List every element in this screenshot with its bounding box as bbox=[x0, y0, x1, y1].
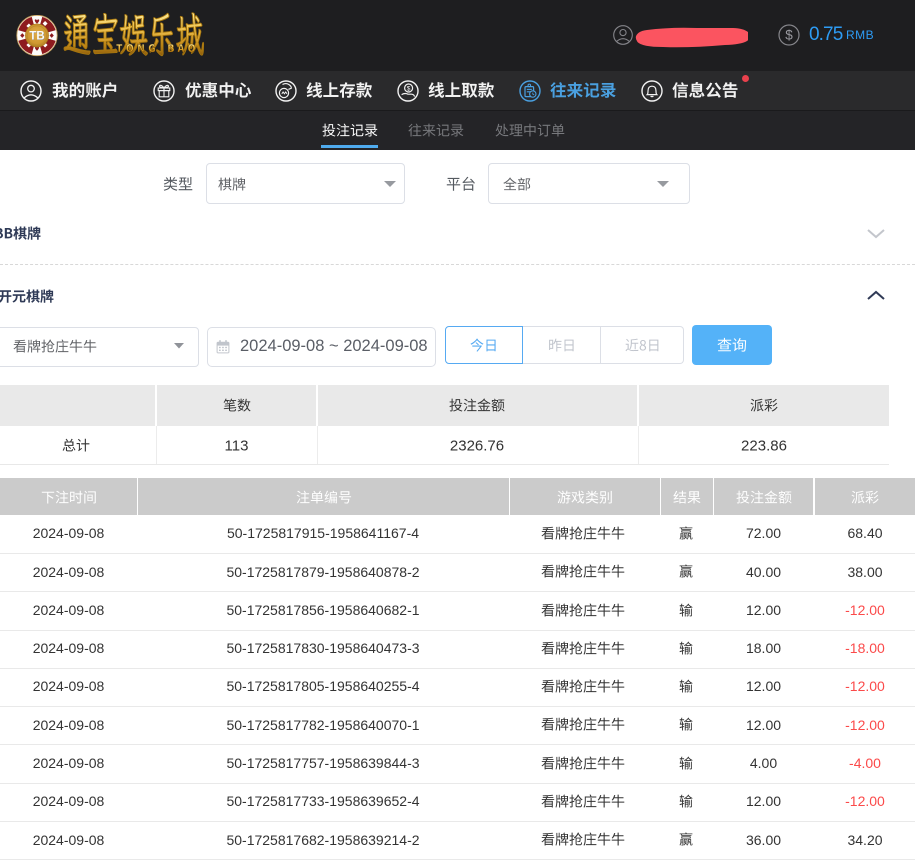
svg-text:TB: TB bbox=[29, 31, 44, 43]
svg-text:$: $ bbox=[407, 85, 411, 92]
svg-text:$: $ bbox=[785, 28, 793, 43]
